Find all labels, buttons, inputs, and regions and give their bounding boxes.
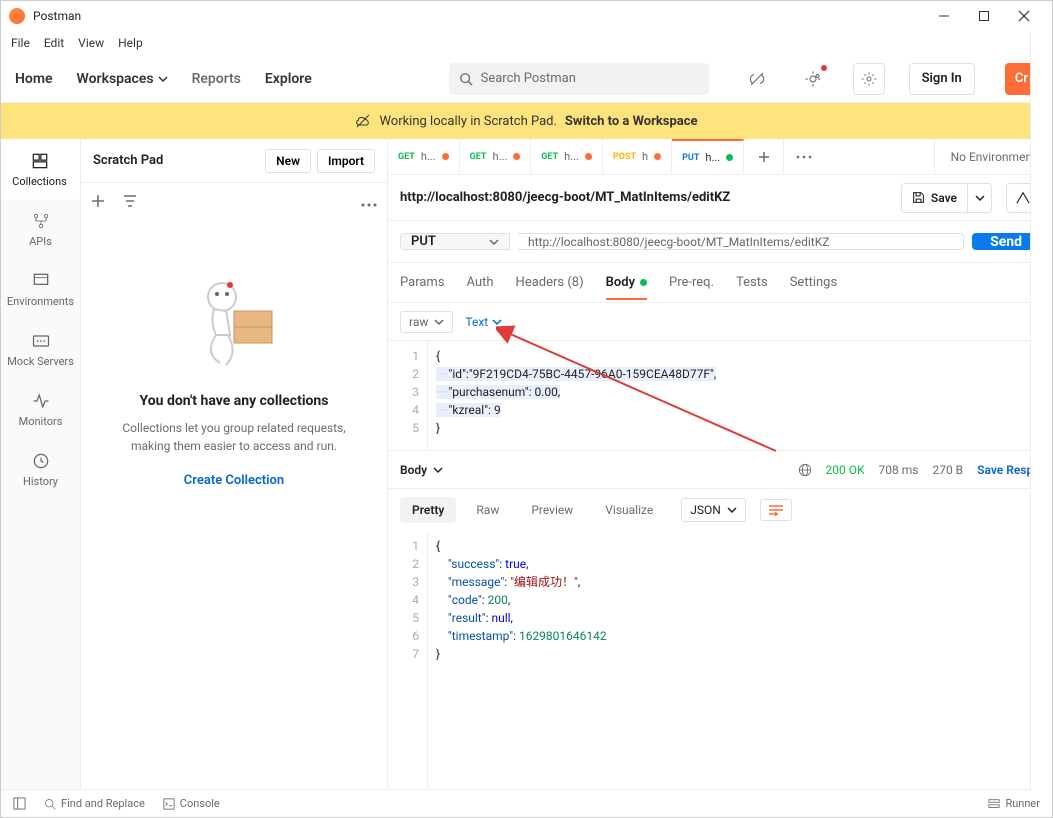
response-body[interactable]: 1234567 { "success": true, "message": "编…: [388, 531, 1052, 789]
empty-collections-illustration: [174, 263, 294, 383]
create-collection-link[interactable]: Create Collection: [184, 473, 284, 488]
response-header: Body 200 OK 708 ms 270 B Save Respo: [388, 451, 1052, 489]
rail-collections[interactable]: Collections: [1, 139, 80, 199]
cloud-off-icon: [355, 113, 371, 129]
status-bar: Find and Replace Console Runner: [1, 789, 1052, 817]
subtab-tests[interactable]: Tests: [736, 267, 768, 298]
request-tab-3[interactable]: GETh...: [531, 139, 603, 174]
resp-tab-visualize[interactable]: Visualize: [593, 497, 665, 523]
request-tab-5[interactable]: PUTh...: [672, 139, 744, 174]
toggle-sidebar-button[interactable]: [13, 797, 26, 810]
tab-actions-button[interactable]: [784, 139, 824, 174]
subtab-prereq[interactable]: Pre-req.: [669, 267, 714, 298]
url-input[interactable]: http://localhost:8080/jeecg-boot/MT_MatI…: [518, 233, 964, 250]
maximize-button[interactable]: [964, 2, 1004, 30]
rail-apis[interactable]: APIs: [1, 199, 80, 259]
save-button[interactable]: Save: [901, 183, 992, 213]
resp-tab-raw[interactable]: Raw: [464, 497, 511, 523]
resp-tab-pretty[interactable]: Pretty: [400, 497, 456, 523]
response-status: 200 OK: [826, 463, 865, 477]
rail-environments[interactable]: Environments: [1, 259, 80, 319]
import-button[interactable]: Import: [317, 149, 375, 173]
subtab-headers[interactable]: Headers (8): [516, 267, 584, 298]
menu-edit[interactable]: Edit: [44, 36, 64, 50]
response-view-tabs: Pretty Raw Preview Visualize JSON: [388, 489, 1052, 531]
more-icon[interactable]: [361, 196, 377, 211]
add-tab-button[interactable]: [744, 139, 784, 174]
nav-explore[interactable]: Explore: [265, 71, 312, 87]
request-title: http://localhost:8080/jeecg-boot/MT_MatI…: [400, 190, 893, 205]
request-tab-2[interactable]: GETh...: [460, 139, 532, 174]
request-workspace: GETh... GETh... GETh... POSTh PUTh... No…: [388, 139, 1052, 789]
empty-subtitle: Collections let you group related reques…: [105, 419, 363, 455]
nav-reports[interactable]: Reports: [192, 71, 241, 87]
add-icon[interactable]: [91, 194, 105, 212]
menu-file[interactable]: File: [11, 36, 30, 50]
rail-mock[interactable]: Mock Servers: [1, 319, 80, 379]
search-placeholder: Search Postman: [481, 71, 576, 86]
cropped-external-panel: [1030, 31, 1052, 791]
request-tabs: GETh... GETh... GETh... POSTh PUTh... No…: [388, 139, 1052, 175]
subtab-body[interactable]: Body: [606, 267, 647, 300]
menu-bar: File Edit View Help: [1, 31, 1052, 55]
search-input[interactable]: Search Postman: [449, 63, 709, 95]
sync-off-icon[interactable]: [741, 63, 773, 95]
globe-icon[interactable]: [798, 463, 812, 477]
subtab-settings[interactable]: Settings: [790, 267, 837, 298]
close-button[interactable]: [1004, 2, 1044, 30]
request-tab-4[interactable]: POSTh: [603, 139, 672, 174]
window-title: Postman: [33, 9, 81, 23]
wrap-lines-button[interactable]: [760, 499, 792, 521]
capture-icon[interactable]: [797, 63, 829, 95]
response-section-selector[interactable]: Body: [400, 463, 443, 477]
rail-monitors[interactable]: Monitors: [1, 379, 80, 439]
minimize-button[interactable]: [924, 2, 964, 30]
empty-title: You don't have any collections: [140, 393, 329, 409]
search-icon: [459, 72, 473, 86]
save-icon: [912, 191, 925, 204]
request-subtabs: Params Auth Headers (8) Body Pre-req. Te…: [388, 263, 1052, 303]
runner-button[interactable]: Runner: [988, 797, 1040, 810]
console-button[interactable]: Console: [163, 797, 220, 810]
body-mode-selector[interactable]: raw: [400, 311, 453, 333]
side-rail: Collections APIs Environments Mock Serve…: [1, 139, 81, 789]
menu-help[interactable]: Help: [118, 36, 143, 50]
new-button[interactable]: New: [265, 149, 311, 173]
filter-icon[interactable]: [123, 194, 137, 212]
resp-tab-preview[interactable]: Preview: [519, 497, 585, 523]
save-dropdown[interactable]: [967, 184, 991, 212]
body-type-selector[interactable]: Text: [465, 315, 502, 329]
subtab-auth[interactable]: Auth: [467, 267, 494, 298]
title-bar: Postman: [1, 1, 1052, 31]
subtab-params[interactable]: Params: [400, 267, 445, 298]
scratch-pad-banner: Working locally in Scratch Pad. Switch t…: [1, 103, 1052, 139]
nav-workspaces[interactable]: Workspaces: [77, 71, 168, 87]
switch-workspace-link[interactable]: Switch to a Workspace: [565, 114, 698, 129]
resp-format-selector[interactable]: JSON: [681, 498, 746, 522]
sign-in-button[interactable]: Sign In: [909, 63, 975, 95]
settings-icon[interactable]: [853, 63, 885, 95]
nav-home[interactable]: Home: [15, 71, 53, 87]
find-replace-button[interactable]: Find and Replace: [44, 797, 145, 810]
menu-view[interactable]: View: [78, 36, 104, 50]
scratch-pad-label: Scratch Pad: [93, 153, 259, 168]
response-time: 708 ms: [879, 463, 919, 477]
collections-pane: Scratch Pad New Import You don't have an…: [81, 139, 388, 789]
method-selector[interactable]: PUT: [400, 233, 510, 250]
rail-history[interactable]: History: [1, 439, 80, 499]
request-body-editor[interactable]: 12345 { ····"id":"9F219CD4-75BC-4457-96A…: [388, 341, 1052, 451]
response-size: 270 B: [932, 463, 963, 477]
postman-logo-icon: [9, 8, 25, 24]
nav-header: Home Workspaces Reports Explore Search P…: [1, 55, 1052, 103]
request-tab-1[interactable]: GETh...: [388, 139, 460, 174]
